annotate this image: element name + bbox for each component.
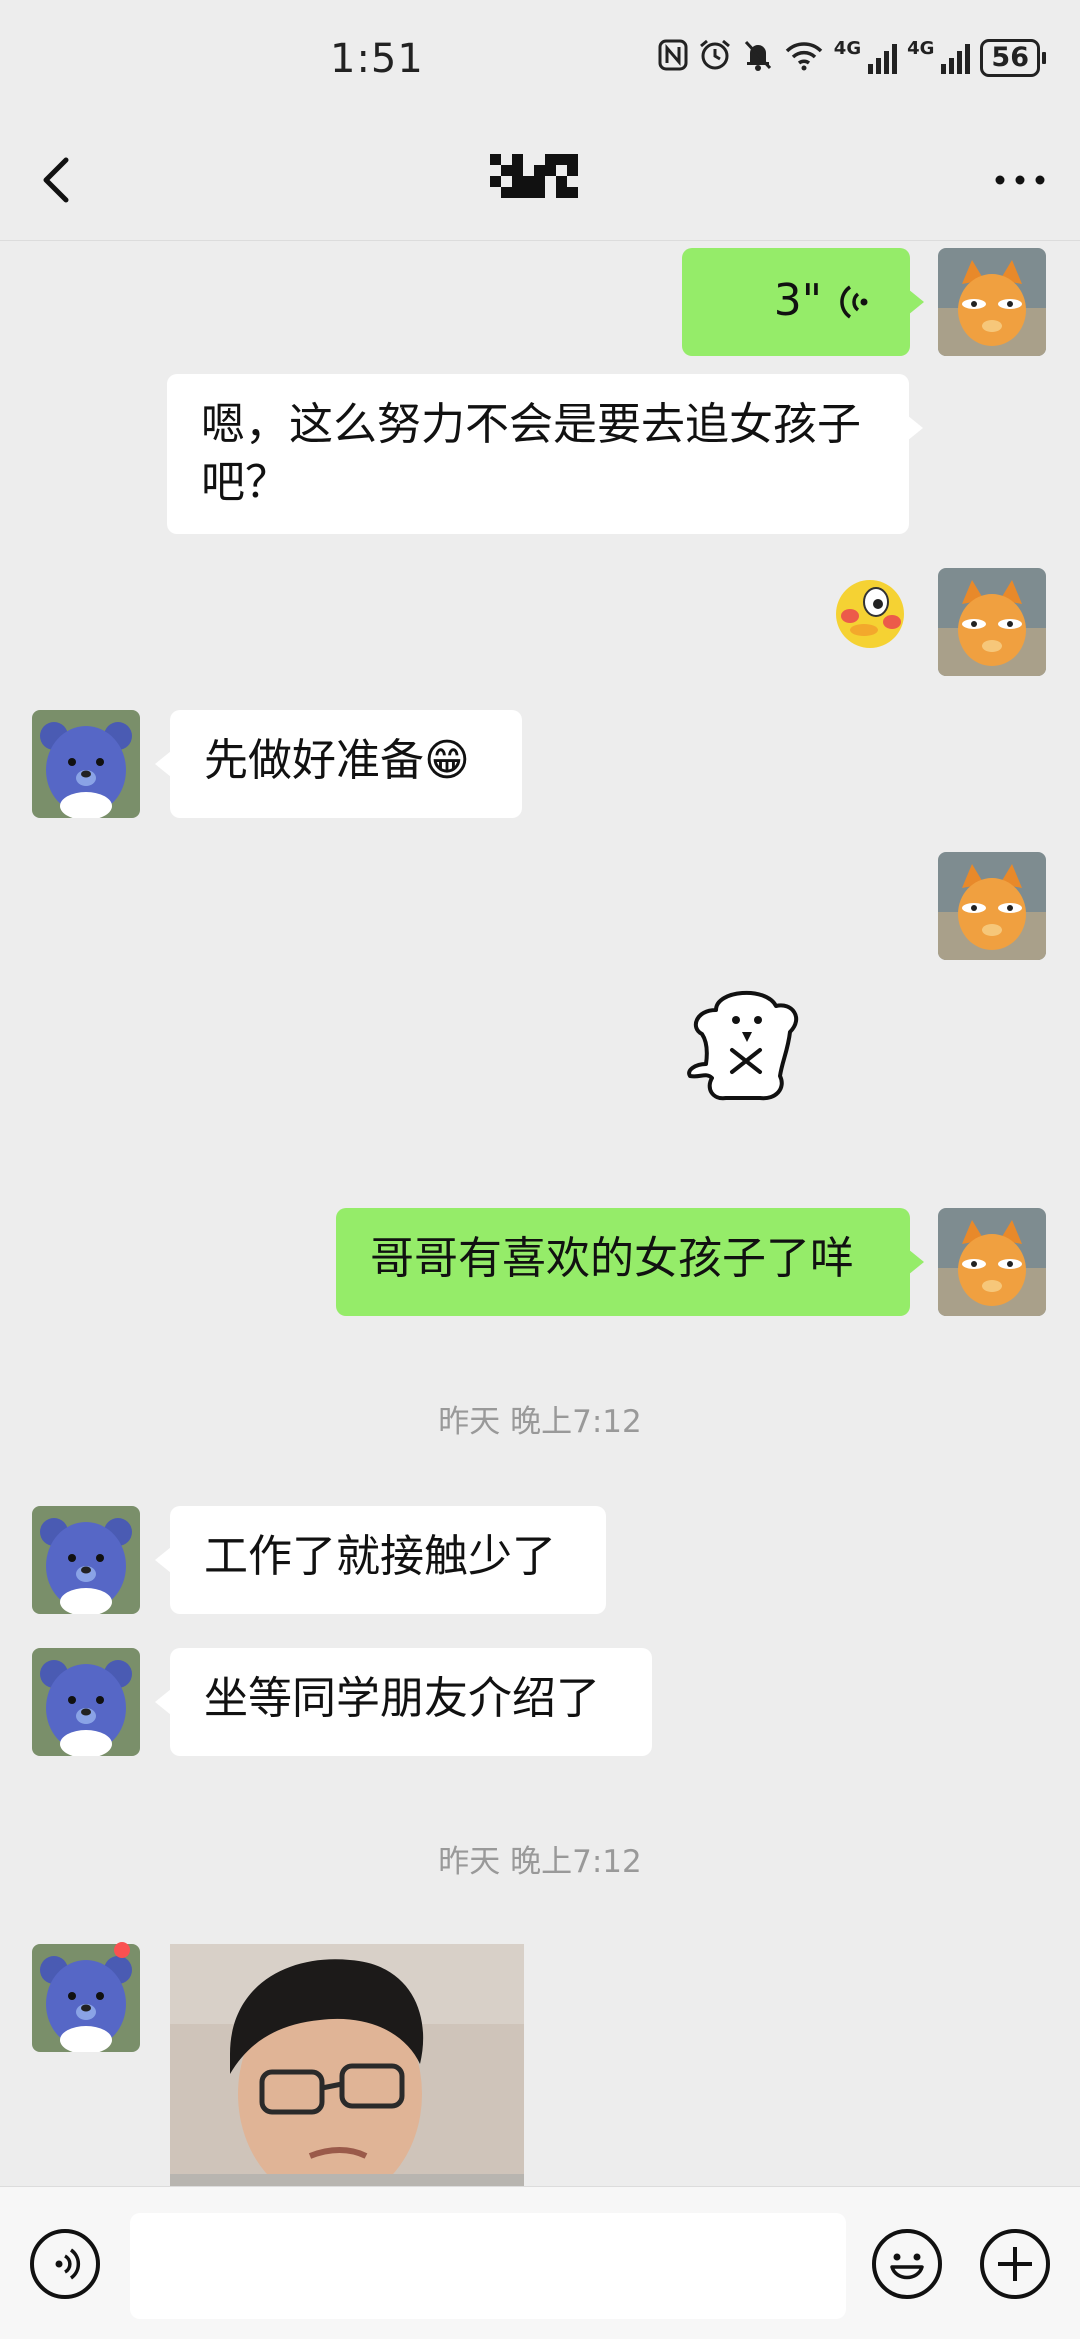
plus-button[interactable] <box>980 2229 1050 2299</box>
duck-sticker[interactable] <box>828 568 910 656</box>
message-text: 先做好准备😁 <box>204 735 470 786</box>
signal-icon <box>940 42 971 74</box>
message-bubble[interactable]: 哥哥有喜欢的女孩子了咩 <box>336 1208 910 1316</box>
status-icons: 4G 4G 56 <box>658 34 1046 82</box>
cat-avatar-icon <box>938 852 1046 960</box>
bear-avatar-icon <box>32 1944 140 2052</box>
bubble-tail <box>155 1547 171 1573</box>
timestamp: 昨天 晚上7:12 <box>438 1844 642 1880</box>
person-photo-icon <box>170 1944 524 2186</box>
unread-dot <box>114 1942 130 1958</box>
voice-mode-icon <box>55 2248 81 2280</box>
timestamp: 昨天 晚上7:12 <box>438 1404 642 1440</box>
ellipsis-icon <box>995 175 1045 185</box>
bear-avatar-icon <box>32 710 140 818</box>
message-bubble[interactable]: 嗯，这么努力不会是要去追女孩子吧？ <box>167 374 909 534</box>
chat-header <box>0 120 1080 241</box>
message-list[interactable]: 3" 嗯，这么努力不会是要去追女孩子吧？ 先做好准备😁 哥哥有喜欢的女孩子了咩 … <box>0 240 1080 2186</box>
wifi-icon <box>784 39 824 77</box>
message-bubble[interactable]: 坐等同学朋友介绍了 <box>170 1648 652 1756</box>
message-text: 坐等同学朋友介绍了 <box>204 1673 600 1724</box>
more-button[interactable] <box>990 150 1050 210</box>
contact-avatar[interactable] <box>32 710 140 818</box>
cat-avatar-icon <box>938 1208 1046 1316</box>
alarm-icon <box>698 38 732 78</box>
contact-avatar[interactable] <box>32 1506 140 1614</box>
message-bubble[interactable]: 工作了就接触少了 <box>170 1506 606 1614</box>
voice-mode-button[interactable] <box>30 2229 100 2299</box>
cat-avatar-icon <box>938 248 1046 356</box>
status-bar: 1:51 4G 4G 56 <box>0 0 1080 120</box>
bubble-tail <box>155 751 171 777</box>
photo-message[interactable] <box>170 1944 524 2186</box>
cat-avatar-icon <box>938 568 1046 676</box>
chat-title-pixelated <box>490 154 578 206</box>
network-type-2: 4G <box>907 37 935 59</box>
signal-icon <box>867 42 898 74</box>
bubble-tail <box>908 1249 924 1275</box>
message-text: 嗯，这么努力不会是要去追女孩子吧？ <box>201 399 861 508</box>
network-type-1: 4G <box>833 37 862 59</box>
message-text: 哥哥有喜欢的女孩子了咩 <box>370 1233 854 1284</box>
bear-avatar-icon <box>32 1506 140 1614</box>
chevron-left-icon <box>43 157 69 203</box>
voice-wave-icon <box>840 285 868 319</box>
plus-icon <box>998 2247 1032 2281</box>
mute-bell-icon <box>742 38 774 78</box>
bubble-tail <box>155 1689 171 1715</box>
voice-message-bubble[interactable]: 3" <box>682 248 910 356</box>
message-bubble[interactable]: 先做好准备😁 <box>170 710 522 818</box>
emoji-button[interactable] <box>872 2229 942 2299</box>
self-avatar[interactable] <box>938 852 1046 960</box>
dog-sticker[interactable] <box>676 980 816 1124</box>
contact-avatar[interactable] <box>32 1648 140 1756</box>
message-text: 工作了就接触少了 <box>204 1531 556 1582</box>
status-time: 1:51 <box>330 36 424 82</box>
battery-level: 56 <box>980 39 1040 77</box>
emoji-icon <box>890 2253 924 2280</box>
nfc-icon <box>658 39 688 77</box>
back-button[interactable] <box>30 148 86 212</box>
self-avatar[interactable] <box>938 248 1046 356</box>
bear-avatar-icon <box>32 1648 140 1756</box>
self-avatar[interactable] <box>938 1208 1046 1316</box>
bubble-tail <box>908 289 924 315</box>
self-avatar[interactable] <box>938 568 1046 676</box>
contact-avatar[interactable] <box>32 1944 140 2052</box>
bubble-tail <box>907 415 923 441</box>
message-input[interactable] <box>130 2213 846 2319</box>
battery-icon: 56 <box>980 39 1046 77</box>
voice-duration: 3" <box>773 275 822 326</box>
input-bar <box>0 2186 1080 2339</box>
